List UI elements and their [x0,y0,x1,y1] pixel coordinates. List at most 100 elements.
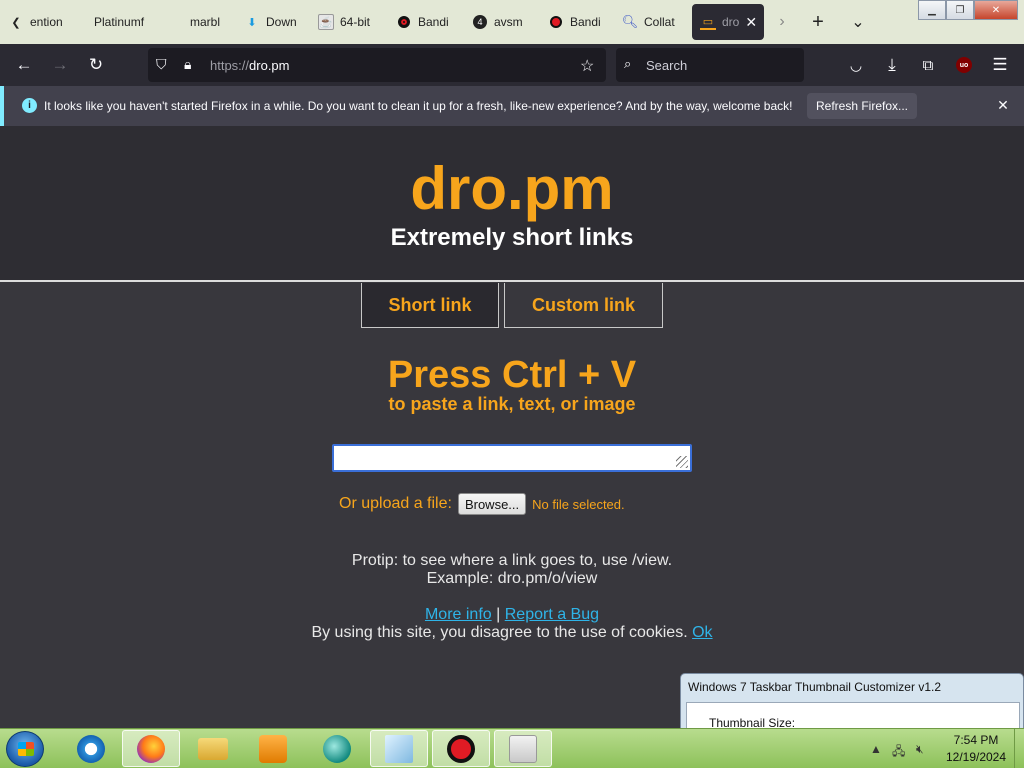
window-title: Windows 7 Taskbar Thumbnail Customizer v… [688,680,941,694]
tab-custom-link[interactable]: Custom link [504,283,663,328]
report-bug-link[interactable]: Report a Bug [505,606,599,623]
link-separator: | [496,606,501,623]
tab-3[interactable]: marbl [168,4,228,40]
notepad-icon[interactable] [370,730,428,767]
tab-label: Bandi [418,15,449,29]
pocket-icon[interactable]: ◡ [842,51,870,79]
number-4-icon: 4 [472,14,488,30]
footer-links: More info | Report a Bug [0,606,1024,624]
system-tray: ▲ 🖧︎ 🔇︎ 7:54 PM 12/19/2024 [866,729,1024,768]
show-hidden-icons-icon[interactable]: ▲ [870,742,882,756]
tab-9[interactable]: 🔍︎ Collat [622,4,684,40]
site-header: dro.pm Extremely short links [0,126,1024,282]
new-tab-plus-icon[interactable]: + [804,8,832,36]
search-icon: ⌕ [624,56,632,71]
paste-textarea[interactable] [332,444,692,472]
tab-1[interactable]: ❮ ention [8,4,70,40]
tab-label: dro [722,15,740,29]
url-host: dro.pm [249,58,290,73]
hamburger-menu-icon[interactable]: ☰ [986,51,1014,79]
upload-label: Or upload a file: [339,495,452,512]
cookie-ok-link[interactable]: Ok [692,624,712,641]
notification-bar: i It looks like you haven't started Fire… [0,86,1024,126]
reload-icon[interactable]: ↻ [82,51,110,79]
minimize-window-button[interactable]: ▁ [918,0,946,20]
tab-icon [72,14,88,30]
thumbnail-customizer-window[interactable]: Windows 7 Taskbar Thumbnail Customizer v… [680,673,1024,734]
close-window-button[interactable]: ✕ [974,0,1018,20]
clock-date[interactable]: 12/19/2024 [942,750,1010,764]
tab-8[interactable]: Bandi [548,4,608,40]
java-icon: ☕ [318,14,334,30]
upload-row: Or upload a file: Browse... No file sele… [339,492,625,516]
search-icon: 🔍︎ [622,14,639,29]
tab-label: Bandi [570,15,601,29]
navigation-toolbar: ← → ↻ ⛉ 🔒︎ https://dro.pm ☆ ⌕ Search ◡ ⤓… [0,44,1024,86]
tab-short-link[interactable]: Short link [361,283,499,328]
url-bar[interactable]: ⛉ 🔒︎ https://dro.pm ☆ [148,48,606,82]
tab-label: Collat [644,15,675,29]
tab-4[interactable]: ⬇ Down [244,4,304,40]
ublock-origin-icon[interactable]: uo [950,51,978,79]
url-scheme: https:// [210,58,250,73]
page-content: dro.pm Extremely short links Short link … [0,126,1024,728]
url-text[interactable]: https://dro.pm [210,58,290,73]
tab-label: Down [266,15,297,29]
firefox-taskbar-icon[interactable] [122,730,180,767]
tab-label: avsm [494,15,523,29]
network-icon[interactable]: 🖧︎ [892,742,905,763]
back-arrow-icon[interactable]: ← [10,51,38,79]
search-box[interactable]: ⌕ Search [616,48,804,82]
tab-7[interactable]: 4 avsm [472,4,532,40]
windows-logo-icon [18,742,34,756]
tab-active-dropm[interactable]: ▭ dro ✕ [692,4,764,40]
tab-label: Platinumf [94,15,145,29]
app-globe-icon[interactable] [308,730,366,767]
file-explorer-icon[interactable] [184,730,242,767]
lock-icon[interactable]: 🔒︎ [184,56,191,73]
search-placeholder: Search [646,58,688,73]
tab-5[interactable]: ☕ 64-bit [318,4,378,40]
tab-label: 64-bit [340,15,371,29]
site-title: dro.pm [410,155,614,222]
media-player-icon[interactable] [244,730,302,767]
bookmark-star-icon[interactable]: ☆ [580,56,594,76]
notification-text: It looks like you haven't started Firefo… [44,99,793,113]
resize-grip-icon[interactable] [676,456,688,468]
shield-icon[interactable]: ⛉ [156,56,167,73]
press-subtext: to paste a link, text, or image [388,394,636,414]
info-icon: i [22,98,37,113]
close-icon[interactable]: ✕ [992,94,1014,116]
list-all-tabs-chevron-down-icon[interactable]: ⌄ [844,8,872,36]
cookie-notice: By using this site, you disagree to the … [0,624,1024,642]
chevron-left-icon: ❮ [11,16,21,29]
cookie-text: By using this site, you disagree to the … [311,624,688,641]
extensions-puzzle-icon[interactable]: ⧉ [914,51,942,79]
downloads-icon[interactable]: ⤓ [878,51,906,79]
internet-explorer-icon[interactable] [62,730,120,767]
tab-label: ention [30,15,63,29]
start-button[interactable] [6,731,44,767]
close-tab-icon[interactable]: ✕ [745,14,757,31]
scroll-tabs-right-icon[interactable]: › [768,8,796,36]
restore-window-button[interactable]: ❐ [946,0,974,20]
bandicam-record-icon[interactable] [432,730,490,767]
dropm-icon: ▭ [700,14,716,30]
volume-muted-icon[interactable]: 🔇︎ [916,742,924,757]
refresh-firefox-button[interactable]: Refresh Firefox... [807,93,917,119]
tab-2[interactable]: Platinumf [72,4,154,40]
java-taskbar-icon[interactable] [494,730,552,767]
tab-6[interactable]: Bandi [396,4,456,40]
browse-button[interactable]: Browse... [457,493,527,515]
tab-label: marbl [190,15,221,29]
tab-strip: ❮ ention Platinumf marbl ⬇ Down ☕ 64-bit… [0,0,1024,44]
forward-arrow-icon[interactable]: → [46,51,74,79]
show-desktop-button[interactable] [1014,729,1024,768]
tab-icon [168,14,184,30]
file-status: No file selected. [532,496,625,512]
clock-time[interactable]: 7:54 PM [948,733,1004,747]
more-info-link[interactable]: More info [425,606,492,623]
press-instruction: Press Ctrl + V [387,354,637,396]
protip-line-2: Example: dro.pm/o/view [426,570,598,587]
protip-line-1: Protip: to see where a link goes to, use… [351,552,673,569]
